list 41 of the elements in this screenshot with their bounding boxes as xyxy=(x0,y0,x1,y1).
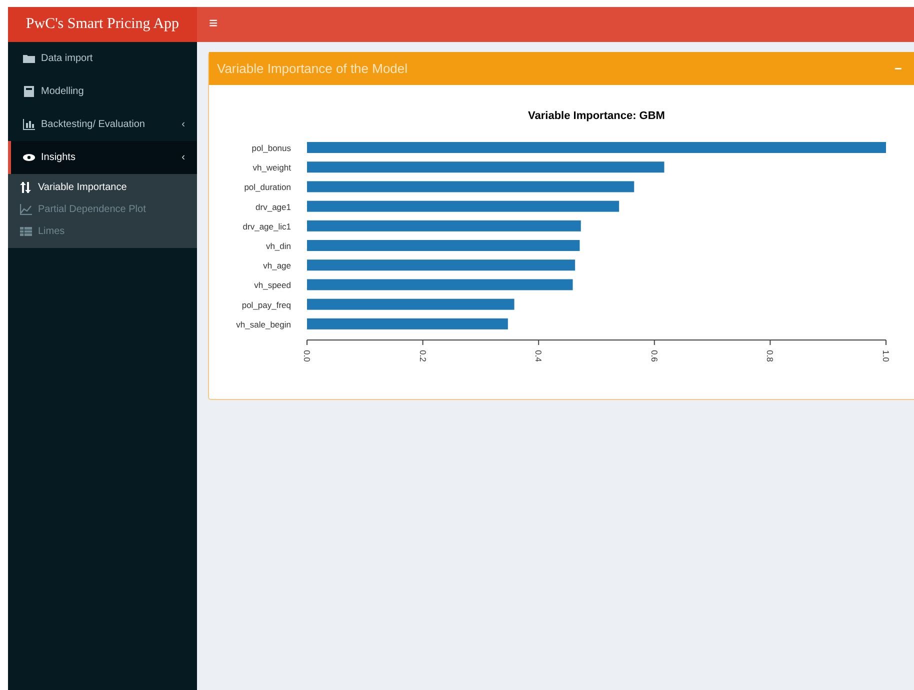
sidebar-item[interactable]: Insights ‹ xyxy=(8,141,197,174)
sidebar-item[interactable]: Backtesting/ Evaluation ‹ xyxy=(8,108,197,141)
axis-label: vh_age xyxy=(263,260,291,271)
box-title: Variable Importance of the Model xyxy=(217,60,408,78)
submenu-item-label: Variable Importance xyxy=(38,180,127,194)
submenu-item-label: Limes xyxy=(38,224,65,238)
sidebar-item-label: Data import xyxy=(41,52,93,66)
sidebar-item-label: Insights xyxy=(41,151,76,165)
submenu-item[interactable]: Variable Importance xyxy=(8,176,197,198)
axis-label: drv_age_lic1 xyxy=(242,221,291,232)
axis-label: pol_duration xyxy=(244,182,291,192)
calculator-icon xyxy=(23,86,35,97)
sort-icon xyxy=(20,182,32,192)
sidebar-item-label: Backtesting/ Evaluation xyxy=(41,118,145,132)
tick-label: 1.0 xyxy=(881,350,891,362)
tick-label: 0.2 xyxy=(418,350,428,362)
axis-label: pol_pay_freq xyxy=(242,300,291,310)
axis-label: vh_speed xyxy=(254,280,291,290)
app-logo[interactable]: PwC's Smart Pricing App xyxy=(8,7,197,42)
sidebar-item[interactable]: Modelling xyxy=(8,75,197,108)
caret-icon: ‹ xyxy=(182,117,185,132)
menu-toggle-button[interactable]: ≡ xyxy=(197,7,230,42)
line-chart-icon xyxy=(20,204,32,214)
axis-label: vh_weight xyxy=(252,162,291,173)
table-icon xyxy=(20,226,32,236)
tick-label: 0.6 xyxy=(649,350,660,362)
caret-icon: ‹ xyxy=(182,150,185,165)
sidebar-item-label: Modelling xyxy=(41,85,84,99)
tick-label: 0.0 xyxy=(302,350,312,362)
axis-label: vh_din xyxy=(266,241,291,251)
eye-icon xyxy=(23,152,35,163)
sidebar-item[interactable]: Data import xyxy=(8,42,197,75)
chart-title: Variable Importance: GBM xyxy=(528,110,665,122)
axis-label: vh_sale_begin xyxy=(236,319,291,330)
folder-icon xyxy=(23,53,35,64)
tick-label: 0.8 xyxy=(765,350,776,362)
bar-chart-icon xyxy=(23,119,35,130)
axis-label: drv_age1 xyxy=(256,202,291,212)
submenu-item-label: Partial Dependence Plot xyxy=(38,202,146,216)
axis-label: pol_bonus xyxy=(252,143,291,153)
tick-label: 0.4 xyxy=(534,350,544,362)
